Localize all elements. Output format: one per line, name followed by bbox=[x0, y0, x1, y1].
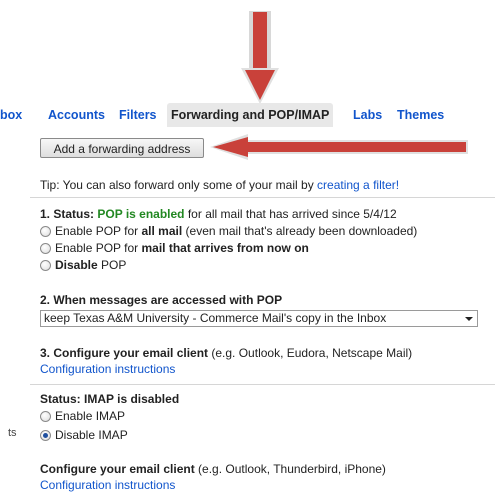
radio-button-icon[interactable] bbox=[40, 243, 51, 254]
option-text: Enable POP for bbox=[55, 241, 142, 255]
imap-configuration-instructions-link[interactable]: Configuration instructions bbox=[40, 478, 175, 492]
tab-accounts[interactable]: Accounts bbox=[48, 103, 105, 127]
hint-text: (e.g. Outlook, Thunderbird, iPhone) bbox=[194, 462, 386, 476]
tab-themes[interactable]: Themes bbox=[397, 103, 444, 127]
pop-status-label: 1. Status: bbox=[40, 207, 98, 221]
pop-option-from-now-on[interactable]: Enable POP for mail that arrives from no… bbox=[40, 241, 309, 255]
option-text-bold: Disable bbox=[55, 258, 98, 272]
pop-access-heading: 2. When messages are accessed with POP bbox=[40, 293, 282, 307]
heading-text: 2. When messages are accessed with POP bbox=[40, 293, 283, 307]
option-text: Enable IMAP bbox=[55, 409, 126, 423]
option-text: (even mail that's already been downloade… bbox=[182, 224, 418, 238]
option-text-bold: mail that arrives from now on bbox=[141, 241, 309, 255]
section-divider bbox=[30, 384, 495, 385]
hint-text: (e.g. Outlook, Eudora, Netscape Mail) bbox=[208, 346, 413, 360]
select-value: keep Texas A&M University - Commerce Mai… bbox=[44, 311, 387, 325]
heading-text: 3. Configure your email client bbox=[40, 346, 209, 360]
pop-status-value: POP is enabled bbox=[97, 207, 185, 221]
tab-filters[interactable]: Filters bbox=[119, 103, 157, 127]
heading-text: Configure your email client bbox=[40, 462, 195, 476]
settings-panel: Add a forwarding address Tip: You can al… bbox=[30, 127, 495, 492]
dropdown-caret-icon bbox=[465, 317, 473, 321]
pop-configuration-instructions-link[interactable]: Configuration instructions bbox=[40, 362, 175, 376]
pop-access-select[interactable]: keep Texas A&M University - Commerce Mai… bbox=[40, 310, 478, 327]
pop-option-disable[interactable]: Disable POP bbox=[40, 258, 126, 272]
sidebar-fragment-label: ts bbox=[8, 427, 17, 439]
option-text: POP bbox=[97, 258, 127, 272]
radio-button-icon[interactable] bbox=[40, 411, 51, 422]
pop-status: 1. Status: POP is enabled for all mail t… bbox=[40, 207, 397, 221]
imap-configure-heading: Configure your email client (e.g. Outloo… bbox=[40, 462, 386, 476]
option-text: Enable POP for bbox=[55, 224, 142, 238]
section-divider bbox=[30, 197, 495, 198]
pop-configure-heading: 3. Configure your email client (e.g. Out… bbox=[40, 346, 412, 360]
imap-option-enable[interactable]: Enable IMAP bbox=[40, 409, 125, 423]
creating-filter-link[interactable]: creating a filter! bbox=[317, 178, 399, 192]
pop-option-all-mail[interactable]: Enable POP for all mail (even mail that'… bbox=[40, 224, 417, 238]
heading-text: Status: IMAP is disabled bbox=[40, 392, 180, 406]
radio-button-icon[interactable] bbox=[40, 260, 51, 271]
imap-option-disable[interactable]: Disable IMAP bbox=[40, 428, 128, 442]
option-text: Disable IMAP bbox=[55, 428, 128, 442]
radio-button-icon[interactable] bbox=[40, 226, 51, 237]
tab-labs[interactable]: Labs bbox=[353, 103, 382, 127]
arrow-down-annotation-icon bbox=[241, 11, 279, 104]
radio-button-icon[interactable] bbox=[40, 430, 51, 441]
pop-status-suffix: for all mail that has arrived since 5/4/… bbox=[184, 207, 397, 221]
add-forwarding-address-button[interactable]: Add a forwarding address bbox=[40, 138, 204, 158]
tab-inbox[interactable]: box bbox=[0, 103, 22, 127]
settings-tabs: box Accounts Filters Forwarding and POP/… bbox=[0, 103, 495, 127]
forwarding-tip: Tip: You can also forward only some of y… bbox=[40, 178, 399, 192]
tip-text: Tip: You can also forward only some of y… bbox=[40, 178, 318, 192]
arrow-left-annotation-icon bbox=[210, 134, 468, 160]
imap-status: Status: IMAP is disabled bbox=[40, 392, 179, 406]
option-text-bold: all mail bbox=[141, 224, 183, 238]
tab-forwarding-pop-imap[interactable]: Forwarding and POP/IMAP bbox=[167, 103, 334, 127]
